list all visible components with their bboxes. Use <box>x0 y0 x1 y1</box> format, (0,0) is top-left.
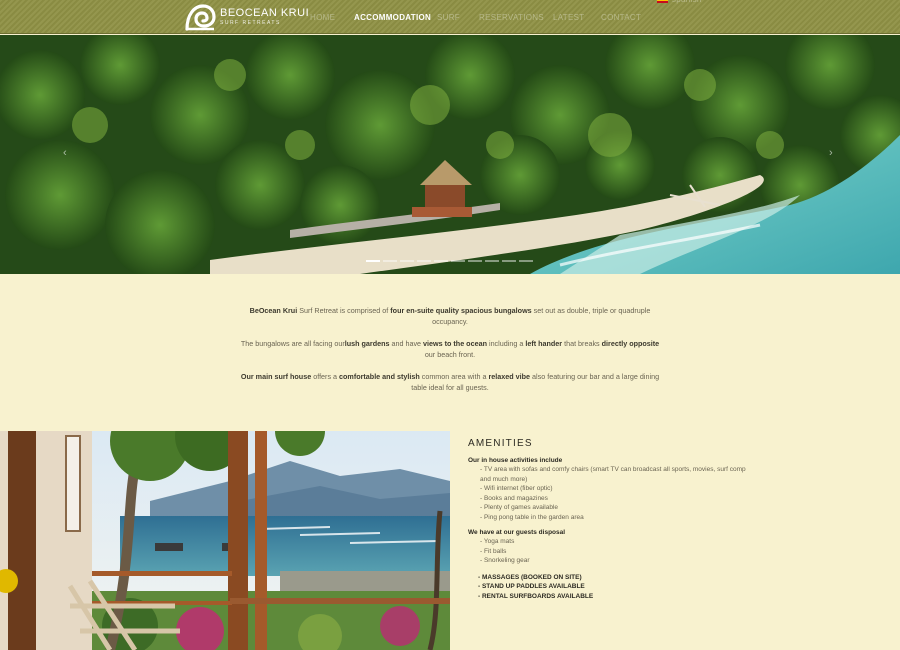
intro-paragraph-3: Our main surf house offers a comfortable… <box>240 371 660 393</box>
slider-next-arrow[interactable]: › <box>829 147 833 159</box>
intro-bold: BeOcean Krui <box>249 306 298 315</box>
slider-dot[interactable] <box>383 260 397 262</box>
nav-reservations[interactable]: RESERVATIONS <box>479 13 544 22</box>
amenities-section: AMENITIES Our in house activities includ… <box>468 438 748 608</box>
nav-surf[interactable]: SURF <box>437 13 460 22</box>
intro-text: common area with a <box>419 372 489 381</box>
nav-latest[interactable]: LATEST <box>553 13 584 22</box>
list-item: - Ping pong table in the garden area <box>480 513 584 521</box>
intro-bold: views to the ocean <box>423 339 487 348</box>
intro-bold: four en-suite quality spacious bungalows <box>390 306 532 315</box>
hero-image-tropical-beach <box>0 35 900 274</box>
brand-tagline: SURF RETREATS <box>220 20 281 26</box>
list-item: - Fit balls <box>480 547 507 555</box>
intro-bold: lush gardens <box>344 339 390 348</box>
list-item: - MASSAGES (BOOKED ON SITE) <box>478 573 582 581</box>
brand-logo[interactable]: BEOCEAN KRUI SURF RETREATS <box>184 3 309 31</box>
slider-dot[interactable] <box>519 260 533 262</box>
intro-text: including a <box>486 339 526 348</box>
slider-pagination <box>366 260 536 262</box>
slider-dot[interactable] <box>400 260 414 262</box>
intro-text: Surf Retreat is comprised of <box>297 306 391 315</box>
bungalow-veranda-photo <box>0 431 450 650</box>
list-item: - RENTAL SURFBOARDS AVAILABLE <box>478 592 594 600</box>
intro-bold: Our main surf house <box>240 372 312 381</box>
extra-services-list: - MASSAGES (BOOKED ON SITE) - STAND UP P… <box>468 573 748 602</box>
list-item: - Plenty of games available <box>480 504 559 511</box>
intro-bold: comfortable and stylish <box>339 372 420 381</box>
intro-text: The bungalows are all facing our <box>240 339 345 348</box>
language-switcher[interactable]: spanish <box>657 0 702 4</box>
list-item: - Snorkeling gear <box>480 557 530 564</box>
nav-contact[interactable]: CONTACT <box>601 13 641 22</box>
intro-bold: left hander <box>525 339 563 348</box>
intro-bold: relaxed vibe <box>488 372 531 381</box>
list-item: - Books and magazines <box>480 494 548 502</box>
list-item: - STAND UP PADDLES AVAILABLE <box>478 583 585 590</box>
intro-text: that breaks <box>562 339 602 348</box>
intro-paragraph-1: BeOcean Krui Surf Retreat is comprised o… <box>240 305 660 327</box>
accommodation-intro: BeOcean Krui Surf Retreat is comprised o… <box>240 305 660 404</box>
spain-flag-icon <box>657 0 668 3</box>
intro-paragraph-2: The bungalows are all facing ourlush gar… <box>240 338 660 360</box>
intro-text: and have <box>389 339 424 348</box>
slider-dot[interactable] <box>502 260 516 262</box>
wave-logo-icon <box>185 4 216 31</box>
slider-dot[interactable] <box>451 260 465 262</box>
intro-text: our beach front. <box>424 350 476 359</box>
slider-dot[interactable] <box>417 260 431 262</box>
in-house-heading: Our in house activities include <box>468 457 563 464</box>
slider-dot[interactable] <box>366 260 380 262</box>
list-item: - TV area with sofas and comfy chairs (s… <box>480 466 746 483</box>
intro-text: offers a <box>311 372 340 381</box>
slider-dot[interactable] <box>434 260 448 262</box>
slider-dot[interactable] <box>485 260 499 262</box>
slider-dot[interactable] <box>468 260 482 262</box>
intro-bold: directly opposite <box>601 339 660 348</box>
in-house-list: - TV area with sofas and comfy chairs (s… <box>468 465 748 522</box>
amenities-title: AMENITIES <box>468 438 533 449</box>
nav-accommodation[interactable]: ACCOMMODATION <box>354 13 431 22</box>
guest-disposal-heading: We have at our guests disposal <box>468 529 566 536</box>
brand-name: BEOCEAN KRUI <box>220 7 310 19</box>
nav-home[interactable]: HOME <box>310 13 335 22</box>
guest-disposal-list: - Yoga mats - Fit balls - Snorkeling gea… <box>468 537 748 566</box>
top-navigation-bar: BEOCEAN KRUI SURF RETREATS HOME ACCOMMOD… <box>0 0 900 34</box>
language-label: spanish <box>672 0 702 4</box>
list-item: - Yoga mats <box>480 538 515 545</box>
list-item: - Wifi internet (fiber optic) <box>480 485 553 492</box>
slider-prev-arrow[interactable]: ‹ <box>63 147 67 159</box>
hero-slider: ‹ › <box>0 35 900 274</box>
veranda-image <box>0 431 450 650</box>
